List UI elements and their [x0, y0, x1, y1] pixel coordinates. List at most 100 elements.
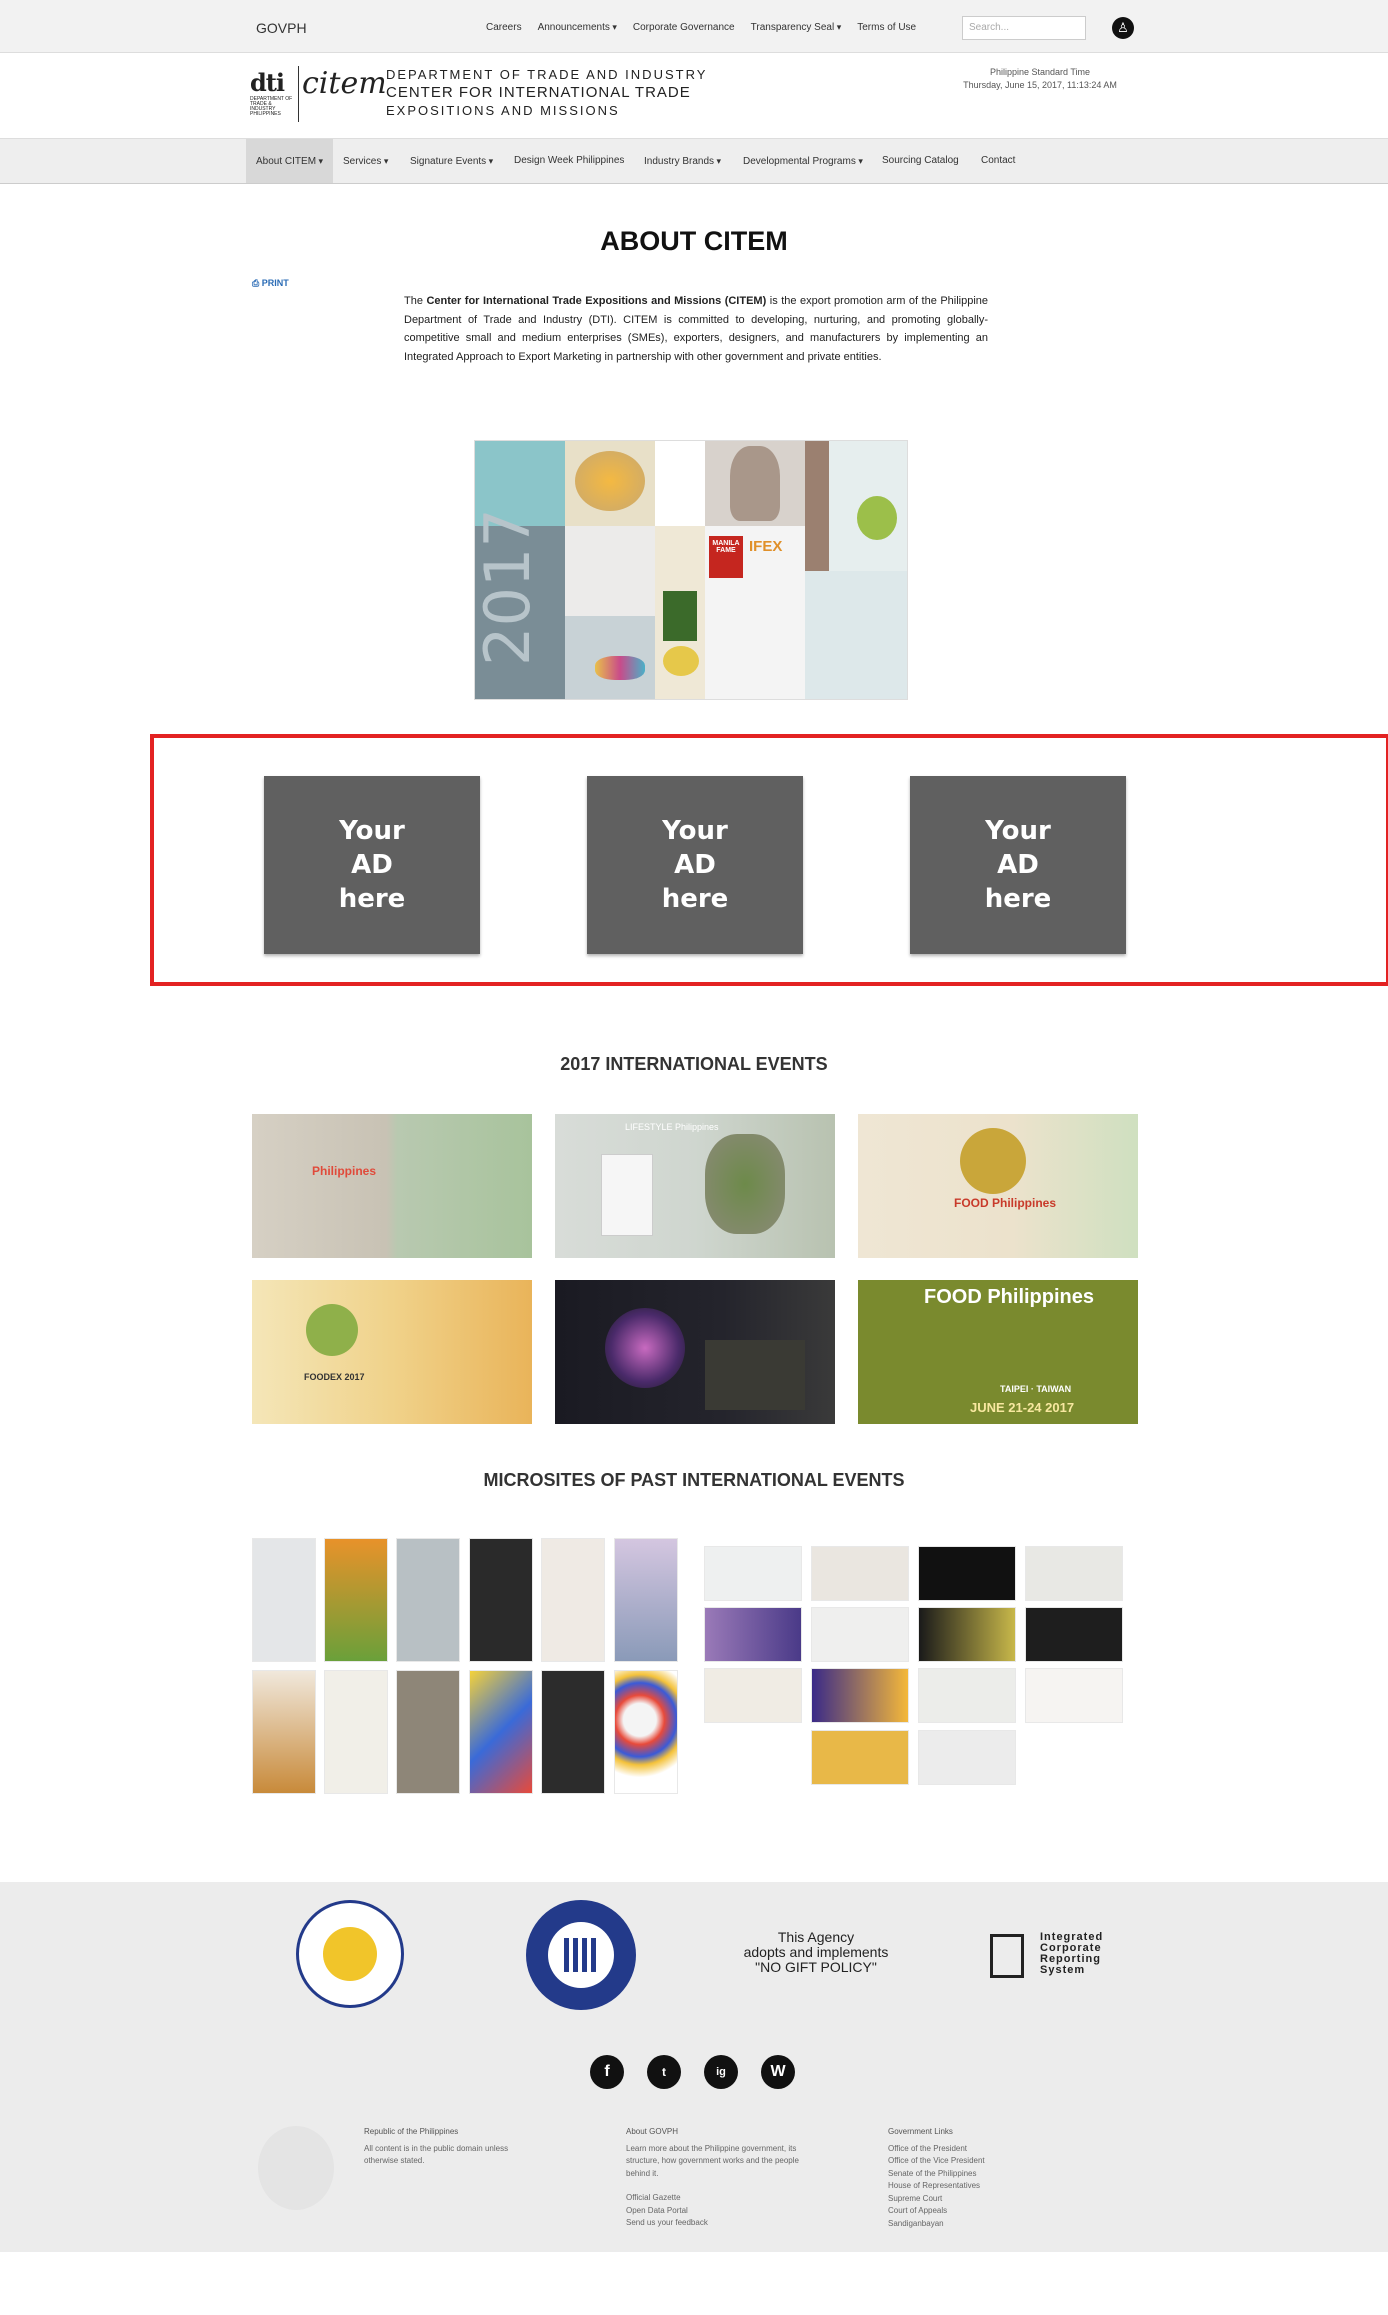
footer-link-open-data[interactable]: Open Data Portal [626, 2205, 799, 2218]
microsite-thumb[interactable] [614, 1538, 678, 1662]
wordpress-icon[interactable]: W [761, 2055, 795, 2089]
microsite-thumb[interactable] [614, 1670, 678, 1794]
calendar-ifex-badge: IFEX [749, 538, 783, 555]
calendar-decor [663, 646, 699, 676]
microsite-thumb[interactable] [704, 1607, 802, 1662]
seal-pillars-icon [564, 1938, 598, 1972]
event-card-3[interactable]: FOOD Philippines [858, 1114, 1138, 1258]
footer-link[interactable]: House of Representatives [888, 2180, 985, 2193]
footer-link[interactable]: Court of Appeals [888, 2205, 985, 2218]
dti-logo[interactable]: dti DEPARTMENT OF TRADE & INDUSTRY PHILI… [250, 68, 294, 120]
microsite-thumb[interactable] [469, 1670, 533, 1794]
microsite-thumb[interactable] [396, 1670, 460, 1794]
calendar-of-events-image: 2017 MANILA FAME IFEX [474, 440, 908, 700]
corporate-governance-seal-icon[interactable] [526, 1900, 636, 2010]
top-link-terms-of-use[interactable]: Terms of Use [857, 22, 916, 33]
ad-slot-1[interactable]: Your AD here [264, 776, 480, 954]
microsite-thumb[interactable] [704, 1546, 802, 1601]
microsite-thumb[interactable] [918, 1607, 1016, 1662]
top-link-transparency-seal[interactable]: Transparency Seal [751, 22, 842, 33]
footer-link[interactable]: Office of the Vice President [888, 2155, 985, 2168]
top-bar: GOVPH Careers Announcements Corporate Go… [0, 0, 1388, 53]
nav-about-citem[interactable]: About CITEM [246, 139, 334, 183]
org-line-2: CENTER FOR INTERNATIONAL TRADE [386, 84, 691, 101]
microsite-thumb[interactable] [252, 1670, 316, 1794]
microsite-thumb[interactable] [1025, 1546, 1123, 1601]
transparency-seal-icon[interactable] [296, 1900, 404, 2008]
footer-link[interactable]: Senate of the Philippines [888, 2168, 985, 2181]
event-card-5[interactable] [555, 1280, 835, 1424]
print-button[interactable]: ⎙ PRINT [252, 278, 289, 289]
accessibility-icon[interactable]: ♙ [1112, 17, 1134, 39]
microsites-title: MICROSITES OF PAST INTERNATIONAL EVENTS [483, 1470, 905, 1490]
microsite-thumb[interactable] [918, 1546, 1016, 1601]
ad-text: AD [674, 850, 716, 880]
seal-sun-icon [323, 1927, 377, 1981]
microsite-thumb[interactable] [324, 1538, 388, 1662]
event-card-book [601, 1154, 653, 1236]
microsite-thumb[interactable] [396, 1538, 460, 1662]
microsite-thumb[interactable] [1025, 1607, 1123, 1662]
ad-text: Your [985, 816, 1051, 846]
twitter-icon[interactable]: t [647, 2055, 681, 2089]
event-card-plant [705, 1134, 785, 1234]
nav-sourcing-catalog[interactable]: Sourcing Catalog [882, 139, 959, 183]
event-card-4[interactable]: FOODEX 2017 [252, 1280, 532, 1424]
microsite-thumb[interactable] [324, 1670, 388, 1794]
microsite-thumb[interactable] [918, 1730, 1016, 1785]
top-links: Careers Announcements Corporate Governan… [486, 22, 916, 33]
event-card-label: FOODEX 2017 [304, 1372, 365, 1382]
microsite-thumb[interactable] [704, 1668, 802, 1723]
microsite-thumb[interactable] [811, 1546, 909, 1601]
event-card-food-logo [306, 1304, 358, 1356]
event-card-1[interactable]: Philippines [252, 1114, 532, 1258]
microsite-thumb[interactable] [811, 1668, 909, 1723]
footer-link[interactable]: Office of the President [888, 2143, 985, 2156]
calendar-tile: MANILA FAME IFEX [705, 526, 805, 699]
icrs-text: Integrated Corporate Reporting System [1040, 1932, 1103, 1976]
instagram-icon[interactable]: ig [704, 2055, 738, 2089]
microsite-thumb[interactable] [541, 1538, 605, 1662]
ad-text: Your [339, 816, 405, 846]
event-card-2[interactable]: LIFESTYLE Philippines [555, 1114, 835, 1258]
microsite-thumb[interactable] [918, 1668, 1016, 1723]
no-gift-policy: This Agency adopts and implements "NO GI… [740, 1930, 892, 1975]
icrs-logo[interactable]: Integrated Corporate Reporting System [990, 1932, 1103, 1984]
footer-link-official-gazette[interactable]: Official Gazette [626, 2192, 799, 2205]
event-card-6[interactable]: FOOD Philippines TAIPEI · TAIWAN JUNE 21… [858, 1280, 1138, 1424]
footer-link[interactable]: Sandiganbayan [888, 2218, 985, 2231]
citem-logo[interactable]: CITEM [302, 66, 387, 101]
calendar-tile [565, 616, 655, 699]
ad-slot-3[interactable]: Your AD here [910, 776, 1126, 954]
org-name: DEPARTMENT OF TRADE AND INDUSTRY CENTER … [386, 66, 707, 120]
microsite-thumb[interactable] [1025, 1668, 1123, 1723]
nav-signature-events[interactable]: Signature Events [410, 139, 493, 183]
microsite-thumb[interactable] [252, 1538, 316, 1662]
facebook-icon[interactable]: f [590, 2055, 624, 2089]
nav-contact[interactable]: Contact [981, 139, 1015, 183]
ad-slot-2[interactable]: Your AD here [587, 776, 803, 954]
citem-logo-text: CITEM [302, 66, 387, 101]
time-label: Philippine Standard Time [989, 67, 1091, 77]
microsite-thumb[interactable] [811, 1730, 909, 1785]
microsite-thumb[interactable] [541, 1670, 605, 1794]
top-link-announcements[interactable]: Announcements [538, 22, 617, 33]
microsite-thumb[interactable] [811, 1607, 909, 1662]
nav-developmental-programs[interactable]: Developmental Programs [743, 139, 863, 183]
nogift-line: adopts and implements [743, 1944, 889, 1960]
top-link-corporate-governance[interactable]: Corporate Governance [633, 22, 735, 33]
microsite-thumb[interactable] [469, 1538, 533, 1662]
calendar-tile: 2017 [475, 508, 565, 699]
nav-industry-brands[interactable]: Industry Brands [644, 139, 721, 183]
philippine-standard-time: Philippine Standard Time Thursday, June … [960, 66, 1120, 92]
govph-link[interactable]: GOVPH [256, 20, 307, 36]
calendar-tile [655, 526, 705, 699]
search-input[interactable]: Search... [962, 16, 1086, 40]
footer-link-feedback[interactable]: Send us your feedback [626, 2217, 799, 2230]
top-link-careers[interactable]: Careers [486, 22, 522, 33]
footer-link[interactable]: Supreme Court [888, 2193, 985, 2206]
event-card-food-logo [960, 1128, 1026, 1194]
nogift-line: "NO GIFT POLICY" [755, 1959, 877, 1975]
nav-services[interactable]: Services [343, 139, 388, 183]
nav-design-week[interactable]: Design Week Philippines [514, 139, 624, 183]
